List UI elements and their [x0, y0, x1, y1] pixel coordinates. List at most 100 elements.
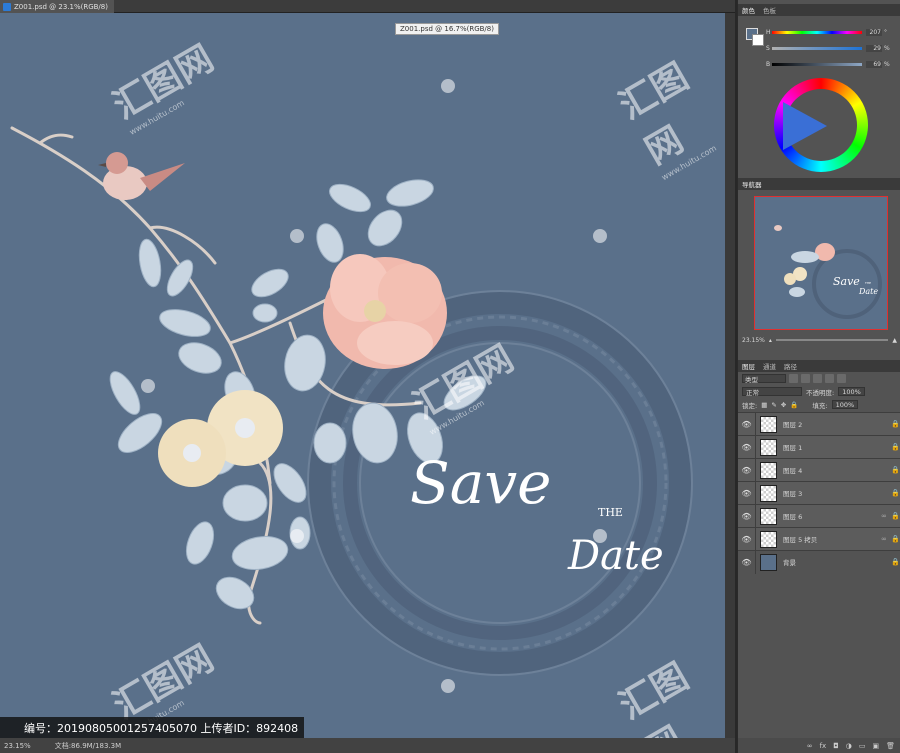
- status-zoom[interactable]: 23.15%: [4, 742, 31, 750]
- visibility-eye-icon[interactable]: 👁: [738, 481, 756, 505]
- layers-panel-header: 图层 通道 路径: [738, 360, 900, 372]
- hue-value[interactable]: 207: [866, 29, 882, 36]
- layer-kind-label: 类型: [745, 375, 758, 384]
- visibility-eye-icon[interactable]: 👁: [738, 412, 756, 436]
- adjustment-filter-icon[interactable]: [801, 374, 810, 383]
- layer-kind-filter[interactable]: 类型: [742, 374, 786, 384]
- link-icon[interactable]: ∞: [807, 742, 813, 750]
- new-layer-icon[interactable]: ▣: [872, 742, 879, 750]
- saturation-unit: %: [884, 45, 890, 52]
- document-tab[interactable]: Z001.psd @ 23.1%(RGB/8): [0, 0, 114, 13]
- brightness-unit: %: [884, 61, 890, 68]
- color-triangle[interactable]: [783, 102, 827, 150]
- layer-name[interactable]: 图层 2: [783, 419, 881, 429]
- saturation-slider[interactable]: [772, 47, 862, 50]
- layer-thumbnail: [760, 461, 777, 479]
- fx-icon[interactable]: fx: [820, 742, 827, 750]
- artwork: [10, 79, 693, 693]
- lock-label: 锁定:: [742, 401, 758, 410]
- adjustment-icon[interactable]: ◑: [846, 742, 852, 750]
- navigator-preview: [774, 225, 882, 319]
- lock-badge-icon: 🔒: [891, 420, 900, 428]
- tab-color[interactable]: 颜色: [742, 5, 755, 15]
- tab-swatches[interactable]: 色板: [763, 5, 776, 15]
- fill-value: 100%: [835, 400, 855, 409]
- layer-name[interactable]: 图层 4: [783, 465, 881, 475]
- brightness-value[interactable]: 69: [866, 61, 882, 68]
- document-tab-title: Z001.psd @ 23.1%(RGB/8): [14, 2, 108, 11]
- lock-position-icon[interactable]: ✥: [781, 401, 786, 409]
- canvas[interactable]: Save THE Date 汇图网 www.huitu.com 汇图网 www.hu…: [0, 13, 725, 738]
- brightness-slider[interactable]: [772, 63, 862, 66]
- visibility-eye-icon[interactable]: 👁: [738, 435, 756, 459]
- save-text: Save: [410, 449, 552, 517]
- layer-row[interactable]: 👁 图层 4 🔒: [738, 458, 900, 482]
- lock-badge-icon: 🔒: [891, 512, 900, 520]
- zoom-in-icon[interactable]: ▲: [892, 337, 897, 344]
- lock-badge-icon: 🔒: [891, 489, 900, 497]
- visibility-eye-icon[interactable]: 👁: [738, 550, 756, 574]
- navigator-zoom-slider[interactable]: [775, 339, 889, 341]
- layer-thumbnail: [760, 507, 777, 525]
- layer-filter-row: 类型: [738, 372, 900, 385]
- tab-channels[interactable]: 通道: [763, 361, 776, 371]
- document-tooltip: Z001.psd @ 16.7%(RGB/8): [395, 23, 499, 35]
- layer-name[interactable]: 图层 1: [783, 442, 881, 452]
- status-doc-size[interactable]: 文档:86.9M/183.3M: [55, 741, 121, 751]
- visibility-eye-icon[interactable]: 👁: [738, 458, 756, 482]
- lock-all-icon[interactable]: 🔒: [790, 401, 798, 409]
- navigator-panel: 导航器 Save THE Date 23.15% ▴ ▲: [738, 178, 900, 350]
- lock-badge-icon: 🔒: [891, 535, 900, 543]
- pixel-filter-icon[interactable]: [789, 374, 798, 383]
- tab-paths[interactable]: 路径: [784, 361, 797, 371]
- trash-icon[interactable]: 🗑: [886, 742, 895, 750]
- visibility-eye-icon[interactable]: 👁: [738, 504, 756, 528]
- layer-name[interactable]: 背景: [783, 557, 881, 567]
- navigator-header: 导航器: [738, 178, 900, 190]
- blend-mode-select[interactable]: 正常: [742, 387, 802, 397]
- blend-mode-value: 正常: [746, 388, 759, 397]
- the-text: THE: [598, 506, 623, 519]
- saturation-slider-row: S 29 %: [766, 44, 890, 53]
- right-panel: 颜色 色板 H 207 ° S 29 % B 69 % 导航器 Save THE…: [737, 0, 900, 753]
- layers-panel: 图层 通道 路径 类型 正常 不透明度: 100% 锁定: ▦ ✎ ✥ 🔒 填充…: [738, 360, 900, 753]
- layer-thumbnail: [760, 438, 777, 456]
- tab-layers[interactable]: 图层: [742, 361, 755, 371]
- color-panel: 颜色 色板 H 207 ° S 29 % B 69 %: [738, 4, 900, 172]
- layer-thumbnail: [760, 415, 777, 433]
- lock-pixels-icon[interactable]: ✎: [771, 401, 776, 409]
- zoom-out-icon[interactable]: ▴: [769, 337, 772, 344]
- layer-row[interactable]: 👁 图层 1 🔒: [738, 435, 900, 459]
- hue-slider[interactable]: [772, 31, 862, 34]
- layer-row[interactable]: 👁 背景 🔒: [738, 550, 900, 574]
- opacity-field[interactable]: 100%: [838, 387, 865, 396]
- layer-name[interactable]: 图层 6: [783, 511, 881, 521]
- hue-unit: °: [884, 29, 887, 36]
- layer-row[interactable]: 👁 图层 3 🔒: [738, 481, 900, 505]
- layer-row[interactable]: 👁 图层 6 ∞ 🔒: [738, 504, 900, 528]
- type-filter-icon[interactable]: [813, 374, 822, 383]
- navigator-date: Date: [859, 287, 879, 296]
- psd-file-icon: [3, 2, 11, 11]
- lock-transparent-icon[interactable]: ▦: [761, 401, 767, 409]
- vertical-scrollbar[interactable]: [725, 13, 735, 738]
- saturation-value[interactable]: 29: [866, 45, 882, 52]
- fill-field[interactable]: 100%: [831, 400, 859, 409]
- layer-row[interactable]: 👁 图层 5 拷贝 ∞ 🔒: [738, 527, 900, 551]
- visibility-eye-icon[interactable]: 👁: [738, 527, 756, 551]
- background-swatch[interactable]: [752, 34, 764, 46]
- layer-row[interactable]: 👁 图层 2 🔒: [738, 412, 900, 436]
- mask-icon[interactable]: ◘: [833, 742, 839, 750]
- layer-name[interactable]: 图层 3: [783, 488, 881, 498]
- document-tab-bar: Z001.psd @ 23.1%(RGB/8): [0, 0, 735, 13]
- navigator-title[interactable]: 导航器: [742, 179, 762, 189]
- navigator-save: Save: [833, 275, 860, 288]
- group-icon[interactable]: ▭: [859, 742, 866, 750]
- smart-object-filter-icon[interactable]: [837, 374, 846, 383]
- navigator-zoom-value[interactable]: 23.15%: [742, 337, 765, 344]
- shape-filter-icon[interactable]: [825, 374, 834, 383]
- layer-name[interactable]: 图层 5 拷贝: [783, 534, 881, 544]
- navigator-thumbnail[interactable]: Save THE Date: [754, 196, 888, 330]
- blend-row: 正常 不透明度: 100%: [738, 385, 900, 398]
- brightness-slider-row: B 69 %: [766, 60, 890, 69]
